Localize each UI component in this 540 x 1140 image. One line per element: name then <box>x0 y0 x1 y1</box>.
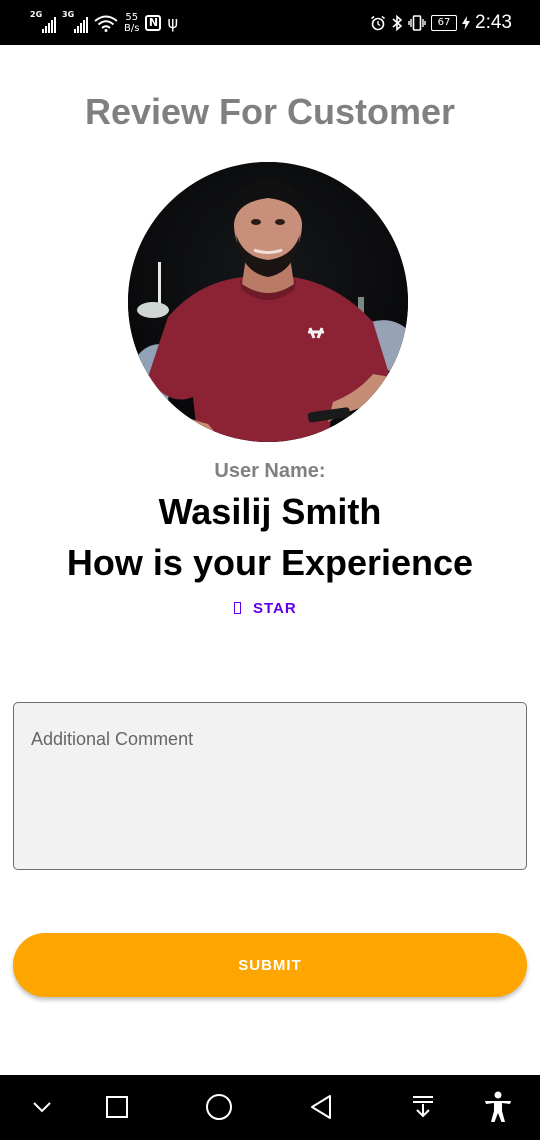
customer-avatar <box>128 162 408 442</box>
vibrate-icon <box>408 14 426 31</box>
alarm-icon <box>371 15 386 30</box>
experience-prompt: How is your Experience <box>66 542 474 583</box>
accessibility-icon[interactable] <box>478 1087 518 1127</box>
network-speed-value: 55 <box>125 11 139 23</box>
review-screen: 2G 3G 55 B/s N ψ 67 2:43 Review For Cust… <box>0 0 540 1140</box>
status-time: 2:43 <box>475 11 512 33</box>
submit-button[interactable]: SUBMIT <box>13 933 527 997</box>
navigation-bar <box>0 1075 540 1140</box>
status-bar-right: 67 2:43 <box>370 0 512 45</box>
recents-icon[interactable] <box>97 1087 137 1127</box>
user-name-label: User Name: <box>214 460 326 482</box>
back-icon[interactable] <box>301 1087 341 1127</box>
star-icon <box>234 602 241 614</box>
star-label: STAR <box>253 599 297 617</box>
user-name: Wasilij Smith <box>158 491 382 532</box>
network-speed: 55 B/s <box>124 12 139 34</box>
wifi-icon <box>94 15 118 32</box>
signal-icon: 3G <box>62 9 88 33</box>
status-bar: 2G 3G 55 B/s N ψ 67 2:43 <box>0 0 540 45</box>
nfc-icon: N <box>145 14 162 31</box>
sim1-network-label: 2G <box>30 9 43 19</box>
status-bar-left: 2G 3G 55 B/s N ψ <box>30 0 178 45</box>
sim2-network-label: 3G <box>62 9 75 19</box>
chevron-down-icon[interactable] <box>22 1087 62 1127</box>
signal-icon: 2G <box>30 9 56 33</box>
usb-icon: ψ <box>167 12 179 32</box>
battery-icon: 67 <box>431 14 458 31</box>
network-speed-unit: B/s <box>124 22 140 34</box>
notification-pull-icon[interactable] <box>403 1087 443 1127</box>
bluetooth-icon <box>392 14 403 31</box>
avatar-photo <box>128 162 408 442</box>
charging-icon <box>462 15 471 30</box>
page-title: Review For Customer <box>84 91 456 132</box>
home-icon[interactable] <box>199 1087 239 1127</box>
star-rating-button[interactable]: STAR <box>226 592 305 624</box>
additional-comment-input[interactable] <box>13 702 527 870</box>
